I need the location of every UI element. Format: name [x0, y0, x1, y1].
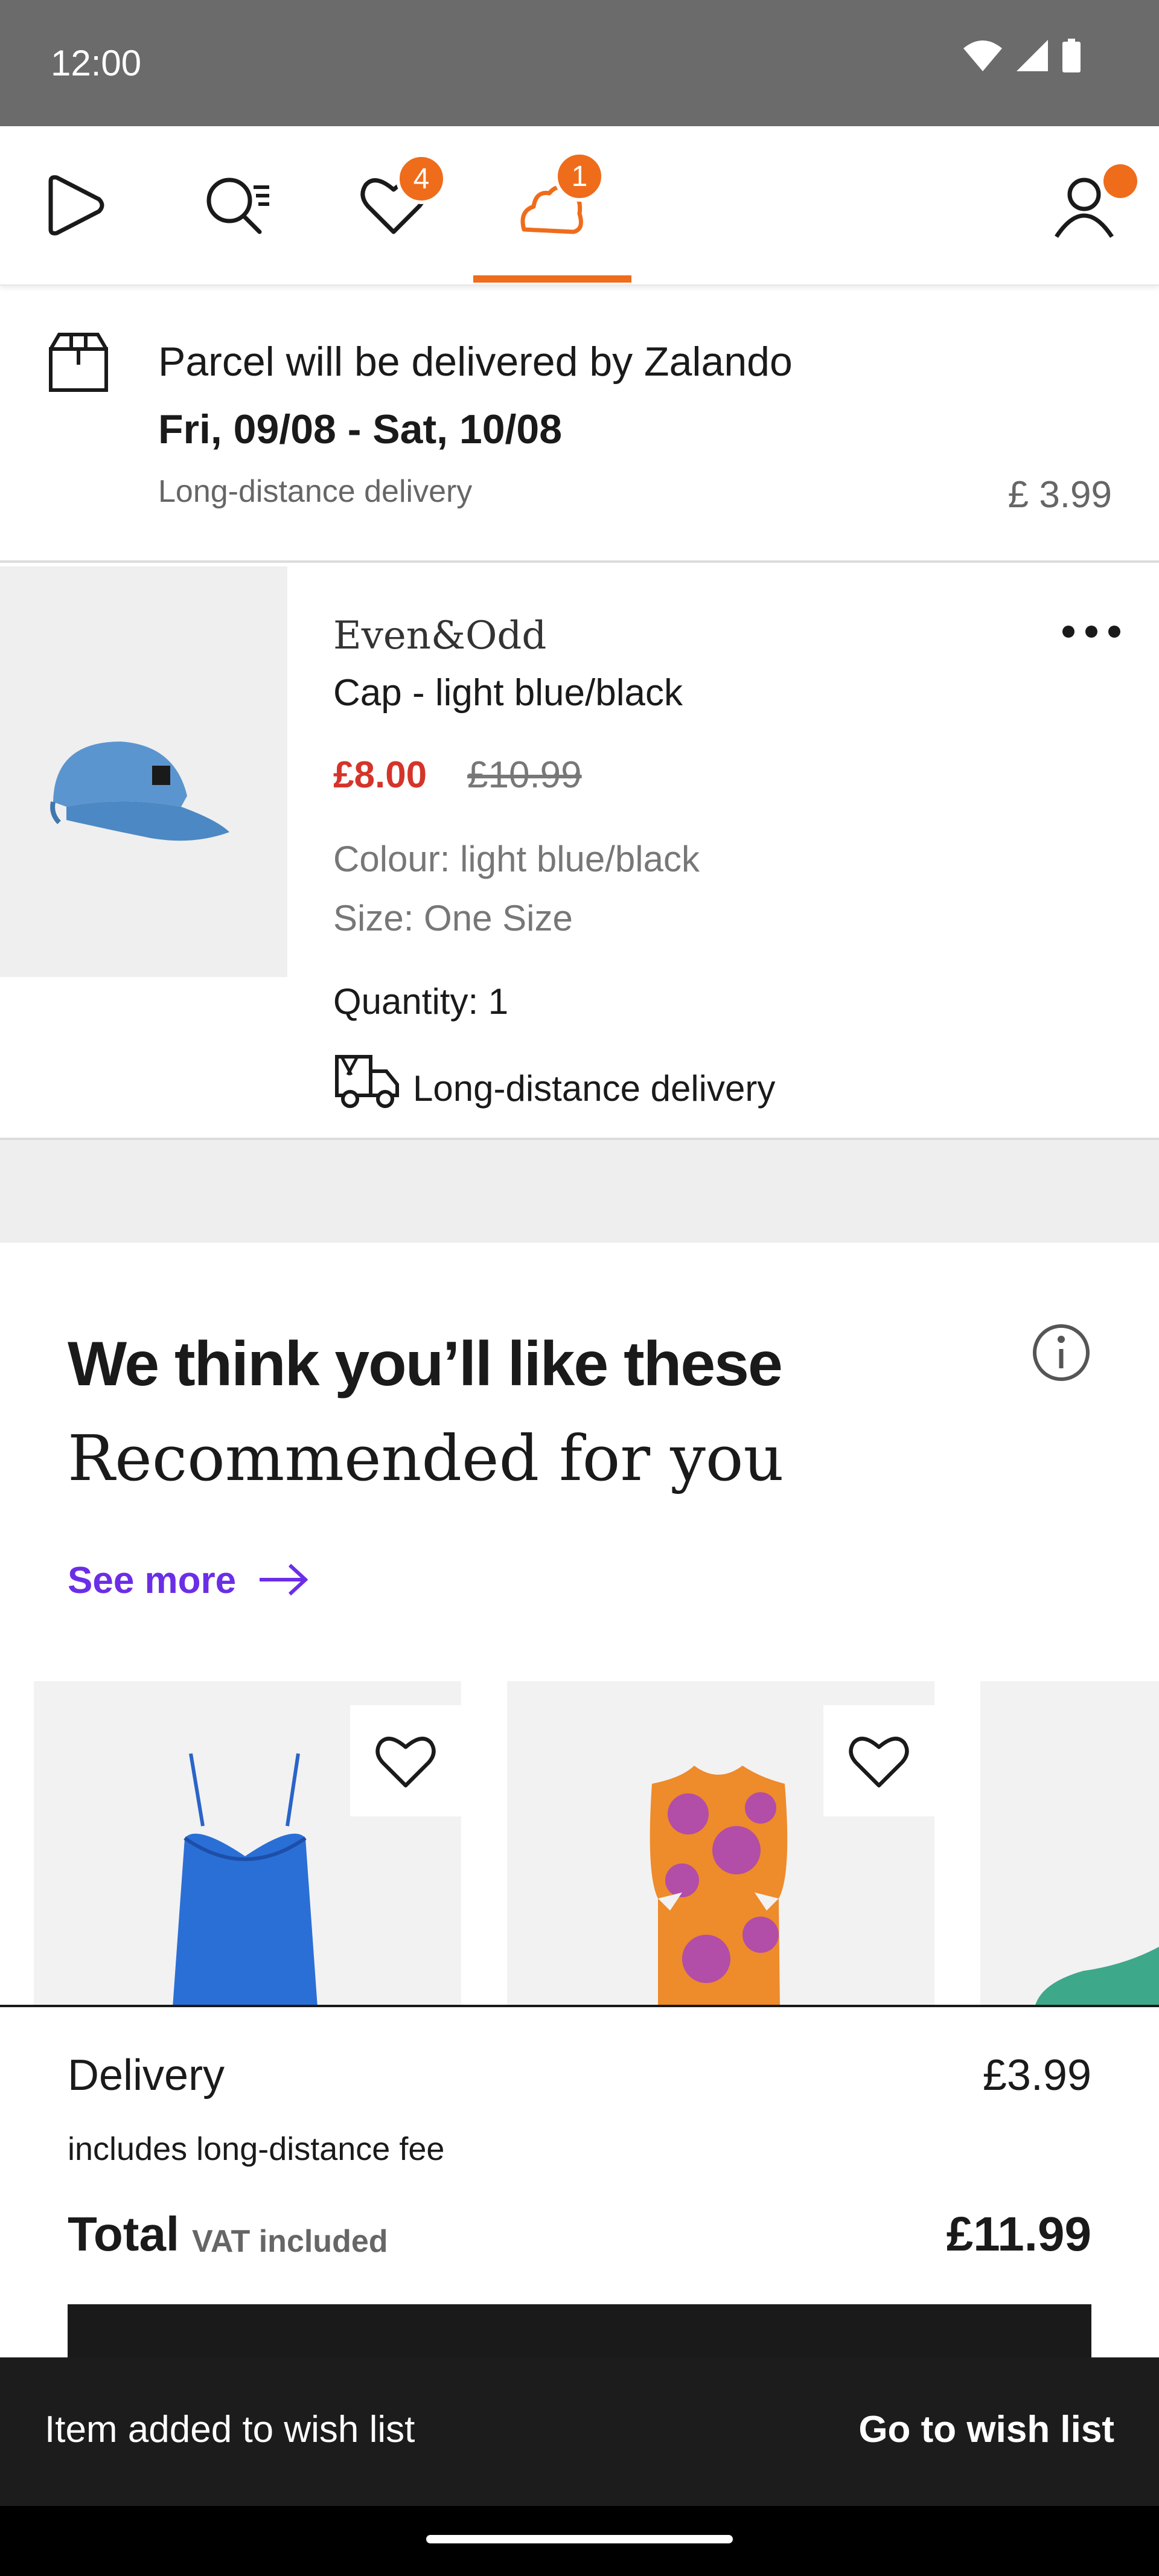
search-icon[interactable]: [199, 169, 272, 242]
wishlist-toggle[interactable]: [350, 1705, 461, 1816]
status-icons: [963, 39, 1081, 72]
product-delivery: Long-distance delivery: [413, 1068, 776, 1109]
summary-delivery-label: Delivery: [68, 2051, 225, 2100]
product-colour: Colour: light blue/black: [333, 839, 700, 879]
delivery-price: £ 3.99: [1007, 474, 1112, 516]
product-card[interactable]: [980, 1681, 1159, 2007]
wishlist-toggle[interactable]: [823, 1705, 934, 1816]
divider: [0, 560, 1159, 563]
go-to-wishlist-button[interactable]: Go to wish list: [858, 2408, 1114, 2451]
product-name[interactable]: Cap - light blue/black: [333, 671, 683, 714]
battery-icon: [1062, 39, 1081, 72]
see-more-link[interactable]: See more: [68, 1559, 236, 1602]
profile-notification-dot: [1103, 164, 1137, 198]
product-card[interactable]: [507, 1681, 934, 2007]
info-icon[interactable]: [1031, 1322, 1091, 1383]
active-tab-indicator: [473, 275, 631, 283]
summary-delivery-price: £3.99: [982, 2051, 1091, 2100]
product-quantity[interactable]: Quantity: 1: [333, 981, 508, 1022]
bag-count-badge: 1: [554, 151, 605, 202]
summary-total-price: £11.99: [946, 2207, 1091, 2261]
play-icon[interactable]: [41, 169, 113, 242]
wifi-icon: [963, 40, 1002, 71]
status-bar: 12:00: [0, 0, 1159, 126]
delivery-title: Parcel will be delivered by Zalando: [158, 339, 793, 385]
truck-icon: [335, 1055, 399, 1108]
product-image[interactable]: [0, 566, 287, 977]
more-options-icon[interactable]: [1060, 620, 1123, 644]
recommendations-title: We think you’ll like these: [68, 1329, 783, 1399]
summary-total-label: Total: [68, 2207, 180, 2261]
snackbar: Item added to wish list Go to wish list: [0, 2357, 1159, 2506]
original-price: £10.99: [467, 754, 582, 796]
delivery-dates: Fri, 09/08 - Sat, 10/08: [158, 406, 563, 452]
recommendations-subtitle: Recommended for you: [68, 1421, 784, 1495]
product-brand: Even&Odd: [333, 614, 547, 658]
snackbar-message: Item added to wish list: [45, 2409, 415, 2450]
signal-icon: [1017, 40, 1048, 71]
status-time: 12:00: [51, 43, 142, 83]
arrow-right-icon[interactable]: [258, 1563, 308, 1597]
heart-icon: [375, 1737, 436, 1788]
product-card[interactable]: [34, 1681, 461, 2007]
delivery-type: Long-distance delivery: [158, 474, 473, 509]
store-icon: [49, 333, 108, 392]
summary-vat-note: VAT included: [192, 2224, 388, 2259]
cap-image: [50, 742, 229, 841]
section-spacer: [0, 1140, 1159, 1243]
green-shoe-image: [1035, 1947, 1159, 2007]
sale-price: £8.00: [333, 754, 427, 796]
home-gesture-handle[interactable]: [426, 2535, 733, 2543]
summary-delivery-note: includes long-distance fee: [68, 2131, 445, 2167]
wishlist-count-badge: 4: [396, 153, 447, 204]
heart-icon: [849, 1737, 909, 1788]
product-size: Size: One Size: [333, 898, 573, 938]
